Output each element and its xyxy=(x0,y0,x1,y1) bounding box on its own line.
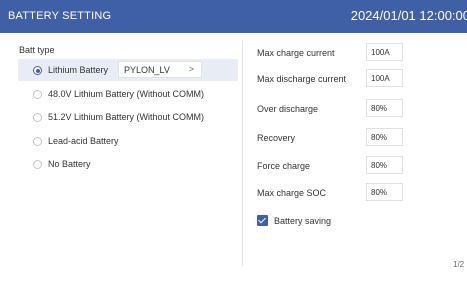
header-bar: BATTERY SETTING 2024/01/01 12:00:00 xyxy=(0,0,467,33)
field-value: 80% xyxy=(371,133,388,142)
max-charge-soc-field[interactable]: 80% xyxy=(366,183,403,201)
field-value: 80% xyxy=(371,188,388,197)
chevron-right-icon: > xyxy=(188,64,194,74)
setting-over-discharge: Over discharge 80% xyxy=(256,99,456,119)
battery-saving-label: Battery saving xyxy=(274,216,332,226)
radio-option-lead-acid[interactable]: Lead-acid Battery xyxy=(18,130,238,152)
page-title: BATTERY SETTING xyxy=(8,10,112,22)
setting-label: Max charge current xyxy=(257,48,335,58)
radio-button[interactable] xyxy=(33,113,42,122)
batt-type-label: Batt type xyxy=(19,45,55,55)
radio-option-lithium-battery[interactable]: Lithium Battery PYLON_LV > xyxy=(18,59,238,81)
option-label: Lithium Battery xyxy=(48,65,109,75)
setting-force-charge: Force charge 80% xyxy=(256,156,456,176)
batt-type-panel: Batt type Lithium Battery PYLON_LV > 48.… xyxy=(0,33,242,282)
setting-label: Max discharge current xyxy=(257,74,347,84)
datetime-display: 2024/01/01 12:00:00 xyxy=(350,8,467,23)
setting-label: Force charge xyxy=(257,161,311,171)
option-label: 48.0V Lithium Battery (Without COMM) xyxy=(48,89,205,99)
setting-label: Recovery xyxy=(257,133,296,143)
setting-max-charge-soc: Max charge SOC 80% xyxy=(256,183,456,203)
radio-button-selected[interactable] xyxy=(33,66,42,75)
radio-option-48v-lithium[interactable]: 48.0V Lithium Battery (Without COMM) xyxy=(18,83,238,105)
option-label: 51.2V Lithium Battery (Without COMM) xyxy=(48,112,205,122)
radio-option-no-battery[interactable]: No Battery xyxy=(18,153,238,175)
field-value: 80% xyxy=(371,161,388,170)
option-label: No Battery xyxy=(48,159,91,169)
settings-panel: Max charge current 100A Max discharge cu… xyxy=(243,33,467,282)
setting-recovery: Recovery 80% xyxy=(256,128,456,148)
battery-saving-checkbox-row[interactable]: Battery saving xyxy=(256,215,406,229)
protocol-value: PYLON_LV xyxy=(124,65,170,75)
radio-button[interactable] xyxy=(33,90,42,99)
radio-button[interactable] xyxy=(33,137,42,146)
setting-max-charge-current: Max charge current 100A xyxy=(256,43,456,63)
setting-label: Over discharge xyxy=(257,104,319,114)
force-charge-field[interactable]: 80% xyxy=(366,156,403,174)
page-indicator: 1/2 xyxy=(453,260,465,269)
option-label: Lead-acid Battery xyxy=(48,136,119,146)
field-value: 80% xyxy=(371,104,388,113)
protocol-dropdown[interactable]: PYLON_LV > xyxy=(118,61,202,78)
over-discharge-field[interactable]: 80% xyxy=(366,99,403,117)
max-discharge-current-field[interactable]: 100A xyxy=(366,69,403,87)
setting-max-discharge-current: Max discharge current 100A xyxy=(256,69,456,89)
field-value: 100A xyxy=(371,48,390,57)
checkbox-checked-icon[interactable] xyxy=(257,215,268,226)
recovery-field[interactable]: 80% xyxy=(366,128,403,146)
max-charge-current-field[interactable]: 100A xyxy=(366,43,403,61)
radio-option-51v-lithium[interactable]: 51.2V Lithium Battery (Without COMM) xyxy=(18,106,238,128)
setting-label: Max charge SOC xyxy=(257,188,327,198)
field-value: 100A xyxy=(371,74,390,83)
radio-button[interactable] xyxy=(33,160,42,169)
